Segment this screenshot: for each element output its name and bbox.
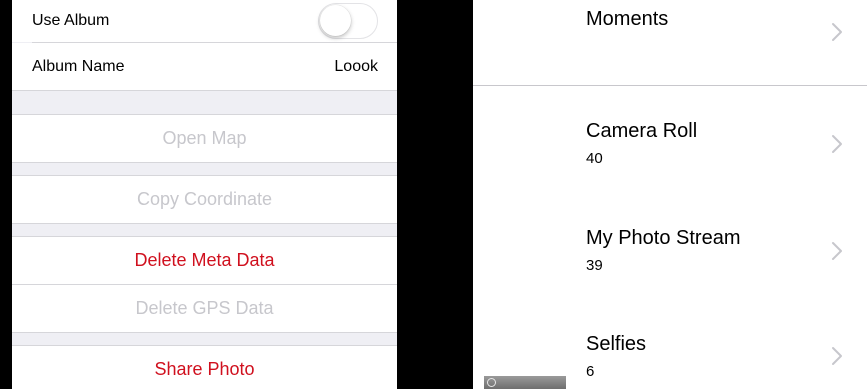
delete-meta-data-button[interactable]: Delete Meta Data — [12, 237, 397, 284]
albums-list-panel: Moments Camera Roll 40 My Photo Stream 3… — [473, 0, 867, 389]
album-title: Camera Roll — [586, 120, 698, 142]
album-title: My Photo Stream — [586, 227, 741, 249]
chevron-right-icon — [832, 242, 842, 260]
open-map-button[interactable]: Open Map — [12, 115, 397, 162]
album-title: Moments — [586, 8, 669, 30]
album-row-camera-roll[interactable]: Camera Roll 40 — [473, 106, 867, 186]
album-title: Selfies — [586, 333, 647, 355]
share-photo-button[interactable]: Share Photo — [12, 346, 397, 389]
section-separator — [12, 223, 397, 224]
album-row-moments[interactable]: Moments — [473, 0, 867, 85]
album-row-my-photo-stream[interactable]: My Photo Stream 39 — [473, 213, 867, 293]
section-separator — [12, 332, 397, 333]
use-album-toggle[interactable] — [318, 3, 378, 39]
use-album-row[interactable]: Use Album — [12, 0, 397, 42]
album-name-label: Album Name — [32, 57, 125, 75]
section-separator — [12, 162, 397, 163]
album-count: 40 — [586, 150, 603, 167]
chevron-right-icon — [832, 23, 842, 41]
chevron-right-icon — [832, 135, 842, 153]
album-name-row[interactable]: Album Name Loook — [12, 43, 397, 90]
use-album-label: Use Album — [32, 12, 110, 29]
section-separator — [12, 90, 397, 91]
delete-gps-data-button[interactable]: Delete GPS Data — [12, 285, 397, 332]
copy-coordinate-button[interactable]: Copy Coordinate — [12, 176, 397, 223]
photo-options-panel: Use Album Album Name Loook Open Map Copy… — [12, 0, 397, 389]
list-divider — [473, 85, 867, 86]
album-count: 39 — [586, 257, 603, 274]
toggle-knob — [320, 5, 351, 36]
album-count: 6 — [586, 363, 595, 380]
chevron-right-icon — [832, 347, 842, 365]
album-name-value: Loook — [334, 57, 378, 75]
camera-icon — [487, 378, 496, 387]
photo-thumbnail — [484, 376, 566, 389]
